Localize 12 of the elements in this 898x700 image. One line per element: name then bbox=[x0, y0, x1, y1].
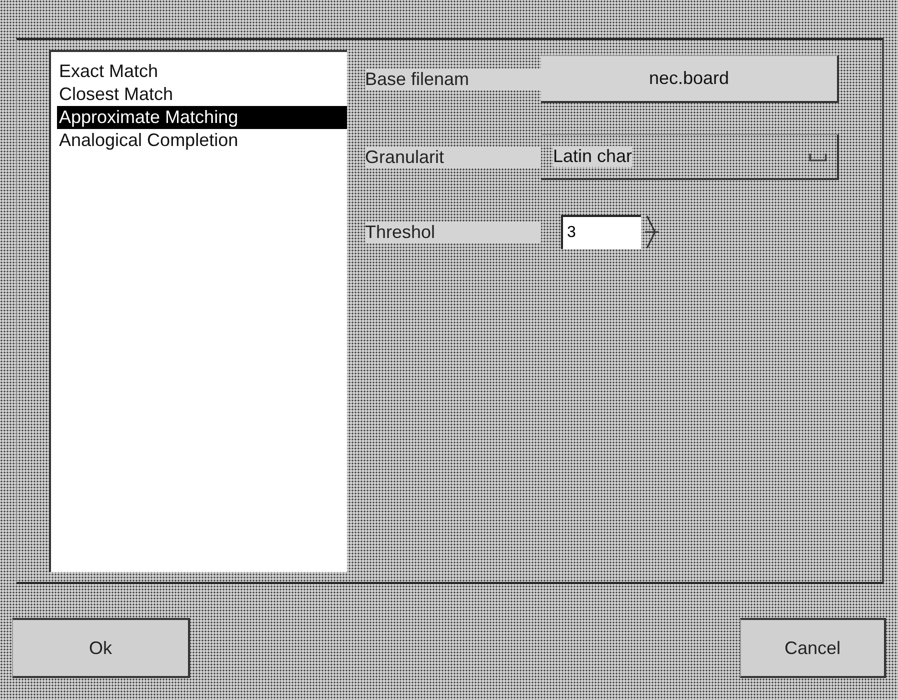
threshold-field[interactable]: 3 bbox=[561, 215, 641, 249]
list-item[interactable]: Exact Match bbox=[57, 60, 347, 83]
field-label: Base filenam bbox=[365, 68, 541, 90]
list-item[interactable]: Closest Match bbox=[57, 83, 347, 106]
field-label: Granularit bbox=[365, 146, 541, 168]
cancel-button[interactable]: Cancel bbox=[740, 618, 886, 678]
list-item[interactable]: Analogical Completion bbox=[57, 129, 347, 152]
field-label: Threshol bbox=[365, 222, 541, 242]
ok-button[interactable]: Ok bbox=[12, 618, 190, 678]
granularity-dropdown[interactable]: Latin char bbox=[541, 134, 839, 180]
filename-button[interactable]: nec.board bbox=[541, 55, 839, 103]
list-item[interactable]: Approximate Matching bbox=[57, 106, 347, 129]
